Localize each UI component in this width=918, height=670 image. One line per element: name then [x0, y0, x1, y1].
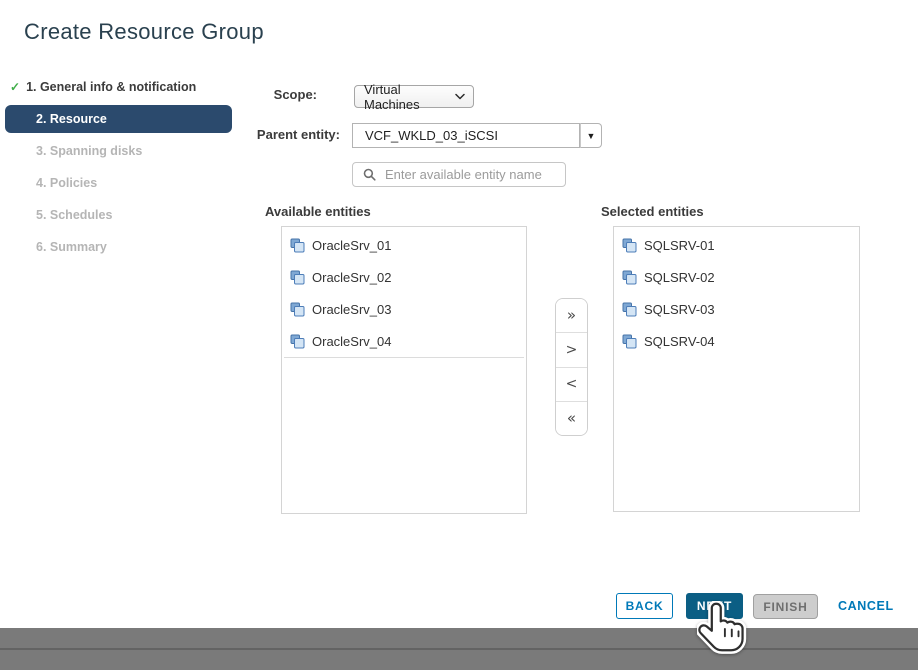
window-bar-seam [0, 648, 918, 650]
list-item[interactable]: SQLSRV-01 [614, 229, 859, 261]
next-button[interactable]: NEXT [686, 593, 743, 619]
window-bottom-bar [0, 628, 918, 670]
entity-name: SQLSRV-03 [644, 302, 715, 317]
vm-icon [290, 302, 305, 317]
vm-icon [290, 270, 305, 285]
cancel-button[interactable]: CANCEL [838, 596, 894, 616]
vm-icon [622, 270, 637, 285]
move-right-button[interactable]: > [556, 332, 587, 366]
step-label: 5. Schedules [36, 208, 112, 222]
selected-entities-list: SQLSRV-01 SQLSRV-02 SQLSRV-03 SQLSRV-04 [613, 226, 860, 512]
available-entities-label: Available entities [265, 204, 371, 219]
step-general-info[interactable]: ✓ 1. General info & notification [0, 71, 232, 103]
move-all-right-button[interactable]: » [556, 299, 587, 332]
step-label: 4. Policies [36, 176, 97, 190]
entity-name: OracleSrv_02 [312, 270, 391, 285]
list-item[interactable]: SQLSRV-02 [614, 261, 859, 293]
entity-name: OracleSrv_04 [312, 334, 391, 349]
available-entities-list: OracleSrv_01 OracleSrv_02 OracleSrv_03 O… [281, 226, 527, 514]
step-label: 6. Summary [36, 240, 107, 254]
vm-icon [622, 334, 637, 349]
wizard-steps: ✓ 1. General info & notification 2. Reso… [0, 71, 232, 263]
chevron-down-icon [455, 93, 465, 100]
vm-icon [290, 238, 305, 253]
step-summary[interactable]: 6. Summary [0, 231, 232, 263]
step-schedules[interactable]: 5. Schedules [0, 199, 232, 231]
entity-name: SQLSRV-04 [644, 334, 715, 349]
move-left-button[interactable]: < [556, 367, 587, 401]
dropdown-arrow-icon: ▼ [587, 131, 596, 141]
list-item[interactable]: OracleSrv_03 [282, 293, 526, 325]
parent-entity-input[interactable] [352, 123, 580, 148]
list-item[interactable]: OracleSrv_01 [282, 229, 526, 261]
entity-name: SQLSRV-02 [644, 270, 715, 285]
vm-icon [622, 238, 637, 253]
list-item[interactable]: OracleSrv_02 [282, 261, 526, 293]
create-resource-group-wizard: Create Resource Group ✓ 1. General info … [0, 0, 918, 670]
scope-label: Scope: [240, 87, 317, 102]
selected-entities-label: Selected entities [601, 204, 704, 219]
search-input[interactable] [376, 163, 565, 186]
page-title: Create Resource Group [24, 19, 264, 45]
finish-button: FINISH [753, 594, 818, 619]
entity-name: SQLSRV-01 [644, 238, 715, 253]
vm-icon [622, 302, 637, 317]
parent-entity-label: Parent entity: [228, 127, 340, 142]
entity-name: OracleSrv_03 [312, 302, 391, 317]
check-icon: ✓ [10, 80, 20, 94]
step-label: 3. Spanning disks [36, 144, 142, 158]
step-resource[interactable]: 2. Resource [5, 105, 232, 133]
entity-name: OracleSrv_01 [312, 238, 391, 253]
parent-entity-dropdown-button[interactable]: ▼ [580, 123, 602, 148]
step-spanning-disks[interactable]: 3. Spanning disks [0, 135, 232, 167]
list-item[interactable]: SQLSRV-04 [614, 325, 859, 357]
step-label: 1. General info & notification [26, 80, 196, 94]
search-icon [363, 168, 376, 181]
list-item[interactable]: OracleSrv_04 [284, 325, 524, 358]
vm-icon [290, 334, 305, 349]
scope-select[interactable]: Virtual Machines [354, 85, 474, 108]
step-label: 2. Resource [36, 112, 107, 126]
entity-search-box [352, 162, 566, 187]
move-all-left-button[interactable]: « [556, 401, 587, 435]
transfer-button-group: » > < « [555, 298, 588, 436]
scope-selected-value: Virtual Machines [364, 82, 455, 112]
step-policies[interactable]: 4. Policies [0, 167, 232, 199]
back-button[interactable]: BACK [616, 593, 673, 619]
list-item[interactable]: SQLSRV-03 [614, 293, 859, 325]
